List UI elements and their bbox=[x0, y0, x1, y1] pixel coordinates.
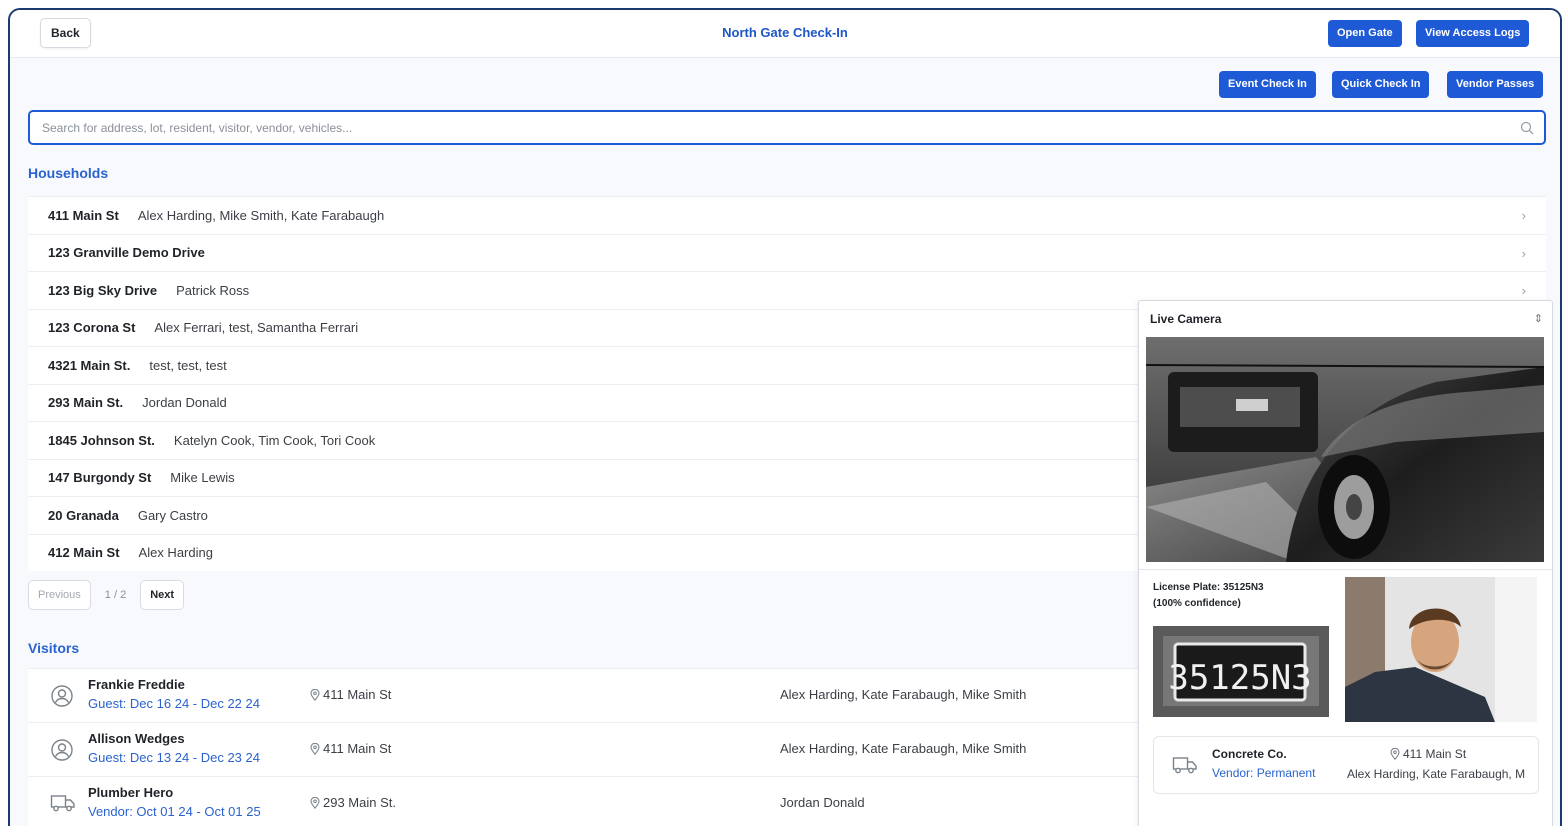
visitor-address: 411 Main St bbox=[310, 687, 391, 702]
vendor-card[interactable]: Concrete Co. Vendor: Permanent 411 Main … bbox=[1153, 736, 1539, 794]
household-residents: Patrick Ross bbox=[176, 282, 250, 298]
visitors-heading: Visitors bbox=[28, 640, 80, 656]
license-plate-info: License Plate: 35125N3 (100% confidence) bbox=[1153, 580, 1264, 612]
visitor-residents: Jordan Donald bbox=[780, 795, 865, 810]
view-access-logs-button[interactable]: View Access Logs bbox=[1416, 20, 1530, 47]
household-residents: Alex Harding, Mike Smith, Kate Farabaugh bbox=[137, 207, 385, 223]
previous-page-button[interactable]: Previous bbox=[28, 580, 91, 610]
vendor-address: 411 Main St bbox=[1390, 747, 1466, 761]
truck-icon bbox=[1172, 754, 1198, 781]
visitor-row[interactable]: Frankie Freddie Guest: Dec 16 24 - Dec 2… bbox=[28, 668, 1146, 722]
household-residents: test, test, test bbox=[149, 357, 227, 373]
plate-text: 35125N3 bbox=[1168, 658, 1311, 698]
vendor-pass-type[interactable]: Vendor: Permanent bbox=[1212, 766, 1315, 780]
license-plate-label: License Plate: 35125N3 bbox=[1153, 582, 1264, 593]
visitor-name: Allison Wedges bbox=[88, 731, 185, 746]
household-address: 411 Main St bbox=[48, 207, 119, 223]
next-page-button[interactable]: Next bbox=[140, 580, 185, 610]
households-heading: Households bbox=[28, 165, 109, 181]
user-circle-icon bbox=[50, 684, 74, 713]
visitor-address-text: 411 Main St bbox=[323, 741, 392, 756]
vendor-name: Concrete Co. bbox=[1212, 747, 1287, 761]
visitor-address-text: 411 Main St bbox=[323, 687, 392, 702]
visitor-name: Frankie Freddie bbox=[88, 677, 185, 692]
location-pin-icon bbox=[310, 742, 320, 756]
search-bar bbox=[28, 110, 1546, 145]
visitor-pass-type[interactable]: Guest: Dec 16 24 - Dec 22 24 bbox=[88, 696, 260, 711]
event-check-in-button[interactable]: Event Check In bbox=[1219, 71, 1316, 98]
visitor-address: 411 Main St bbox=[310, 741, 391, 756]
visitor-address-text: 293 Main St. bbox=[323, 795, 396, 810]
visitor-pass-type[interactable]: Guest: Dec 13 24 - Dec 23 24 bbox=[88, 750, 260, 765]
household-address: 1845 Johnson St. bbox=[48, 432, 155, 448]
search-icon[interactable] bbox=[1520, 121, 1534, 140]
household-address: 123 Corona St bbox=[48, 320, 136, 336]
household-residents: Gary Castro bbox=[137, 507, 208, 523]
search-input[interactable] bbox=[42, 112, 1502, 143]
household-address: 20 Granada bbox=[48, 507, 119, 523]
divider bbox=[1139, 569, 1552, 570]
household-residents: Mike Lewis bbox=[170, 470, 235, 486]
visitor-name: Plumber Hero bbox=[88, 785, 174, 800]
confidence-label: (100% confidence) bbox=[1153, 598, 1241, 609]
live-camera-title: Live Camera bbox=[1150, 312, 1222, 326]
location-pin-icon bbox=[310, 688, 320, 702]
app-frame: Back North Gate Check-In Open Gate View … bbox=[8, 8, 1562, 826]
household-address: 412 Main St bbox=[48, 545, 120, 561]
live-camera-panel: Live Camera ⇕ License Plate: 35125N3 (10… bbox=[1138, 300, 1553, 826]
camera-select-icon[interactable]: ⇕ bbox=[1534, 312, 1543, 325]
top-bar: Back North Gate Check-In Open Gate View … bbox=[10, 10, 1560, 58]
user-circle-icon bbox=[50, 738, 74, 767]
household-address: 147 Burgondy St bbox=[48, 470, 152, 486]
truck-icon bbox=[50, 792, 76, 819]
vendor-address-text: 411 Main St bbox=[1403, 747, 1467, 761]
camera-feed bbox=[1146, 337, 1544, 562]
household-address: 4321 Main St. bbox=[48, 357, 131, 373]
household-address: 293 Main St. bbox=[48, 395, 124, 411]
visitor-row[interactable]: Allison Wedges Guest: Dec 13 24 - Dec 23… bbox=[28, 722, 1146, 776]
visitor-residents: Alex Harding, Kate Farabaugh, Mike Smith bbox=[780, 741, 1027, 756]
visitor-row[interactable]: Plumber Hero Vendor: Oct 01 24 - Oct 01 … bbox=[28, 776, 1146, 826]
vendor-passes-button[interactable]: Vendor Passes bbox=[1447, 71, 1544, 98]
location-pin-icon bbox=[310, 796, 320, 810]
quick-check-in-button[interactable]: Quick Check In bbox=[1332, 71, 1430, 98]
household-address: 123 Big Sky Drive bbox=[48, 282, 158, 298]
household-row[interactable]: 411 Main St Alex Harding, Mike Smith, Ka… bbox=[28, 196, 1546, 234]
chevron-right-icon: › bbox=[1521, 283, 1526, 298]
chevron-right-icon: › bbox=[1521, 208, 1526, 223]
visitor-pass-type[interactable]: Vendor: Oct 01 24 - Oct 01 25 bbox=[88, 804, 261, 819]
page-indicator: 1 / 2 bbox=[104, 589, 127, 601]
household-residents: Alex Ferrari, test, Samantha Ferrari bbox=[154, 320, 359, 336]
household-residents: Alex Harding bbox=[138, 545, 213, 561]
household-residents: Jordan Donald bbox=[142, 395, 227, 411]
open-gate-button[interactable]: Open Gate bbox=[1328, 20, 1402, 47]
chevron-right-icon: › bbox=[1521, 245, 1526, 261]
household-address: 123 Granville Demo Drive bbox=[48, 245, 205, 261]
household-residents: Katelyn Cook, Tim Cook, Tori Cook bbox=[173, 432, 376, 448]
pagination: Previous 1 / 2 Next bbox=[28, 580, 185, 610]
driver-photo bbox=[1345, 577, 1537, 722]
visitor-residents: Alex Harding, Kate Farabaugh, Mike Smith bbox=[780, 687, 1027, 702]
visitors-list: Frankie Freddie Guest: Dec 16 24 - Dec 2… bbox=[28, 668, 1146, 826]
household-row[interactable]: 123 Granville Demo Drive › bbox=[28, 233, 1546, 271]
license-plate-image: 35125N3 bbox=[1153, 626, 1329, 717]
location-pin-icon bbox=[1390, 747, 1400, 761]
vendor-residents: Alex Harding, Kate Farabaugh, M bbox=[1347, 767, 1526, 781]
visitor-address: 293 Main St. bbox=[310, 795, 396, 810]
